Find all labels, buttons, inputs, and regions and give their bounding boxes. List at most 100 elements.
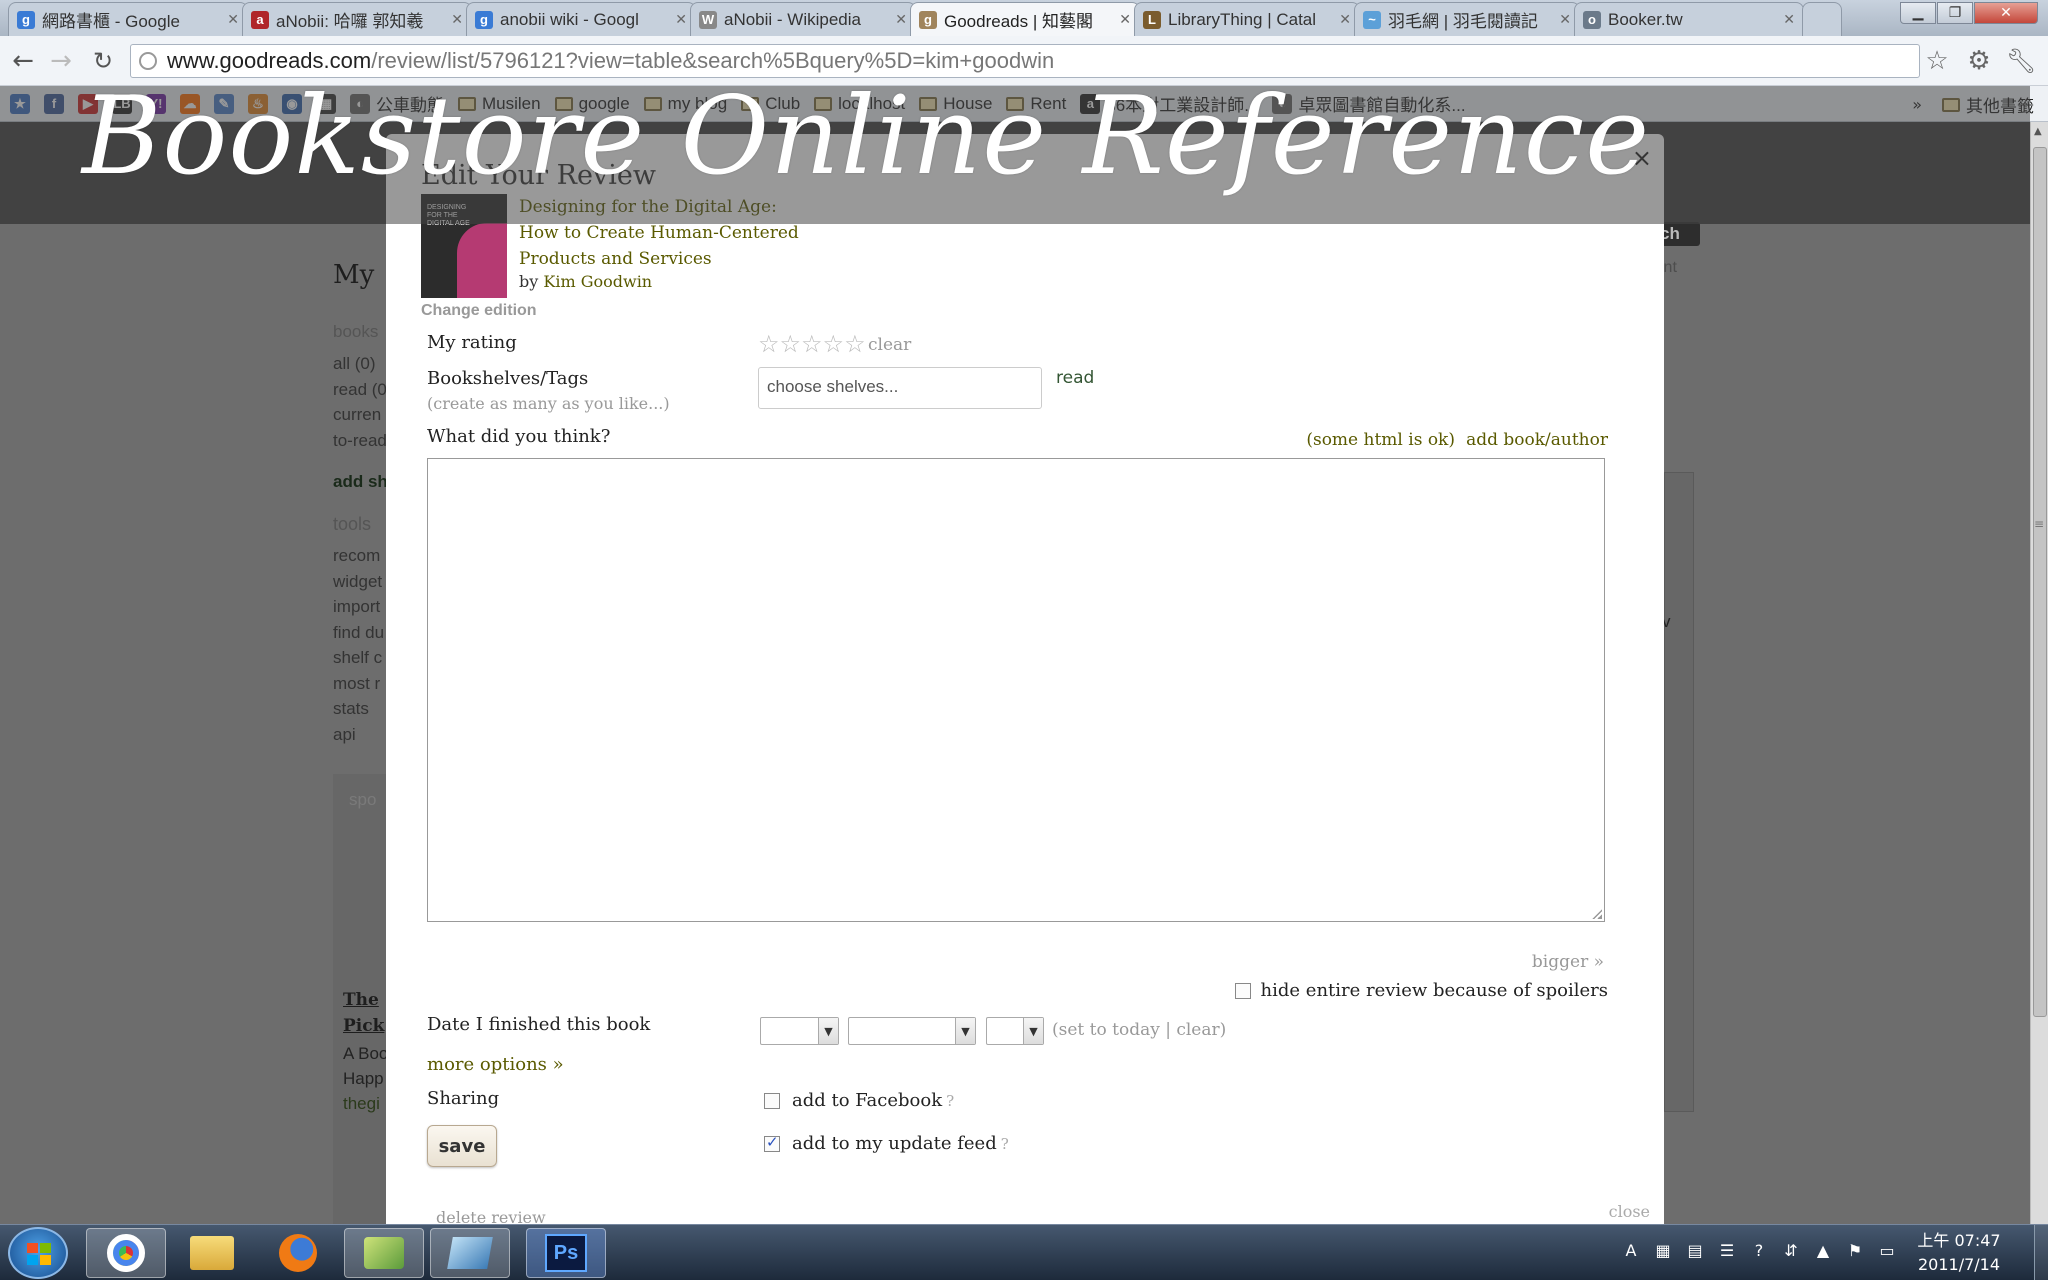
shelf-link[interactable]: read (0)	[333, 380, 393, 400]
tab-close-icon[interactable]: ✕	[1119, 11, 1131, 28]
forward-button[interactable]: →	[44, 44, 78, 78]
clock[interactable]: 上午 07:47 2011/7/14	[1904, 1229, 2014, 1277]
facebook-help-icon[interactable]: ?	[946, 1092, 954, 1110]
tab-6[interactable]: L LibraryThing | Catal ✕	[1134, 2, 1360, 36]
shelf-link[interactable]: all (0)	[333, 354, 376, 374]
author-link[interactable]: Kim Goodwin	[543, 272, 652, 291]
tab-4[interactable]: WaNobii - Wikipedia ✕	[690, 2, 916, 36]
action-center-flag-icon[interactable]: ⚑	[1844, 1239, 1866, 1261]
tool-link[interactable]: most r	[333, 674, 380, 694]
tool-link[interactable]: shelf c	[333, 648, 382, 668]
ime-settings-icon[interactable]: ☰	[1716, 1239, 1738, 1261]
show-desktop-button[interactable]	[2034, 1225, 2048, 1280]
close-window-button[interactable]: ✕	[1974, 2, 2038, 24]
address-bar[interactable]: www.goodreads.com/review/list/5796121?vi…	[130, 44, 1920, 78]
tab-close-icon[interactable]: ✕	[1559, 11, 1571, 28]
save-button[interactable]: save	[427, 1125, 497, 1167]
taskbar-app-5[interactable]	[430, 1228, 510, 1278]
tab-close-icon[interactable]: ✕	[1339, 11, 1351, 28]
tab-3[interactable]: g anobii wiki - Googl ✕	[466, 2, 696, 36]
tool-link[interactable]: widget	[333, 572, 382, 592]
taskbar-app-4[interactable]	[344, 1228, 424, 1278]
add-shelf-link[interactable]: add sh	[333, 472, 388, 492]
day-select[interactable]: ▼	[986, 1017, 1044, 1045]
other-bookmarks[interactable]: » 其他書籤	[1912, 92, 2034, 117]
spoiler-checkbox[interactable]	[1234, 982, 1251, 999]
shelf-read-link[interactable]: read	[1056, 368, 1094, 388]
star-rating[interactable]: ☆ ☆ ☆ ☆ ☆	[758, 330, 866, 358]
tab-close-icon[interactable]: ✕	[1783, 11, 1795, 28]
tool-link[interactable]: find du	[333, 623, 384, 643]
tab-close-icon[interactable]: ✕	[451, 11, 463, 28]
star-icon[interactable]: ☆	[844, 330, 866, 358]
back-arrow-icon: ←	[12, 46, 34, 76]
tab-1[interactable]: g 網路書櫃 - Google ✕	[8, 2, 248, 36]
review-textarea[interactable]	[427, 458, 1605, 922]
change-edition-link[interactable]: Change edition	[421, 302, 537, 320]
update-feed-checkbox[interactable]	[764, 1133, 780, 1152]
minimize-button[interactable]: ▁	[1900, 2, 1936, 24]
tool-link[interactable]: import	[333, 597, 380, 617]
taskbar-firefox[interactable]	[258, 1228, 338, 1278]
shelf-link[interactable]: to-read	[333, 431, 387, 451]
back-button[interactable]: ←	[6, 44, 40, 78]
language-icon[interactable]: A	[1620, 1239, 1642, 1261]
facebook-label: add to Facebook	[792, 1090, 943, 1111]
resize-grip-icon[interactable]	[1592, 909, 1602, 919]
close-link[interactable]: close	[1609, 1202, 1650, 1221]
taskbar-photoshop[interactable]: Ps	[526, 1228, 606, 1278]
tab-close-icon[interactable]: ✕	[227, 11, 239, 28]
feed-help-icon[interactable]: ?	[1001, 1135, 1009, 1153]
maximize-button[interactable]: ❐	[1937, 2, 1973, 24]
month-select[interactable]: ▼	[848, 1017, 976, 1045]
bookmark-1[interactable]: ★	[10, 93, 30, 114]
promo-title-2[interactable]: Pick	[343, 1016, 384, 1036]
book-cover[interactable]: DESIGNING FOR THE DIGITAL AGE	[421, 194, 507, 298]
html-ok-link[interactable]: (some html is ok)	[1306, 430, 1455, 450]
show-hidden-icons[interactable]: ▲	[1812, 1239, 1834, 1261]
rating-clear-link[interactable]: clear	[868, 335, 911, 355]
tab-close-icon[interactable]: ✕	[895, 11, 907, 28]
page-icon	[139, 52, 157, 70]
star-icon[interactable]: ☆	[780, 330, 802, 358]
add-book-author-link[interactable]: add book/author	[1466, 430, 1608, 450]
keyboard-icon[interactable]: ▤	[1684, 1239, 1706, 1261]
tab-8[interactable]: o Booker.tw ✕	[1574, 2, 1804, 36]
help-icon[interactable]: ?	[1748, 1239, 1770, 1261]
tab-7[interactable]: ~ 羽毛網 | 羽毛閱讀記 ✕	[1354, 2, 1580, 36]
taskbar-explorer[interactable]	[172, 1228, 252, 1278]
promo-title-1[interactable]: The	[343, 990, 379, 1010]
taskbar-chrome[interactable]	[86, 1228, 166, 1278]
star-icon[interactable]: ☆	[801, 330, 823, 358]
set-today-links[interactable]: (set to today | clear)	[1052, 1020, 1226, 1040]
facebook-checkbox[interactable]	[764, 1092, 780, 1109]
tools-menu-button[interactable]: 🔧︎	[2004, 44, 2038, 78]
new-tab-button[interactable]	[1802, 2, 1842, 36]
tool-link[interactable]: stats	[333, 699, 369, 719]
bookmark-2[interactable]: f	[44, 93, 64, 114]
shelves-input[interactable]: choose shelves...	[758, 367, 1042, 409]
book-title-link[interactable]: Designing for the Digital Age: How to Cr…	[519, 194, 819, 272]
promo-link[interactable]: thegi	[343, 1094, 380, 1114]
reload-button[interactable]: ↻	[86, 44, 120, 78]
ime-arrows-icon[interactable]: ⇵	[1780, 1239, 1802, 1261]
more-options-link[interactable]: more options »	[427, 1054, 564, 1075]
tool-link[interactable]: api	[333, 725, 356, 745]
tab-5[interactable]: g Goodreads | 知藝閣 ✕	[910, 2, 1140, 36]
scrollbar-thumb[interactable]	[2033, 147, 2047, 1017]
tab-close-icon[interactable]: ✕	[675, 11, 687, 28]
page-scrollbar[interactable]: ▲ ≡	[2030, 122, 2048, 1224]
tool-link[interactable]: recom	[333, 546, 380, 566]
network-icon[interactable]: ▭	[1876, 1239, 1898, 1261]
tab-2[interactable]: a aNobii: 哈囉 郭知羲 ✕	[242, 2, 472, 36]
star-icon[interactable]: ☆	[758, 330, 780, 358]
ime-icon[interactable]: ▦	[1652, 1239, 1674, 1261]
start-button[interactable]	[8, 1227, 68, 1279]
page-menu-button[interactable]: ⚙	[1962, 44, 1996, 78]
scroll-up-icon[interactable]: ▲	[2034, 126, 2042, 137]
bookmark-star-button[interactable]: ☆	[1920, 44, 1954, 78]
year-select[interactable]: ▼	[760, 1017, 839, 1045]
bigger-link[interactable]: bigger »	[1532, 952, 1604, 972]
star-icon[interactable]: ☆	[823, 330, 845, 358]
shelf-link[interactable]: curren	[333, 405, 381, 425]
